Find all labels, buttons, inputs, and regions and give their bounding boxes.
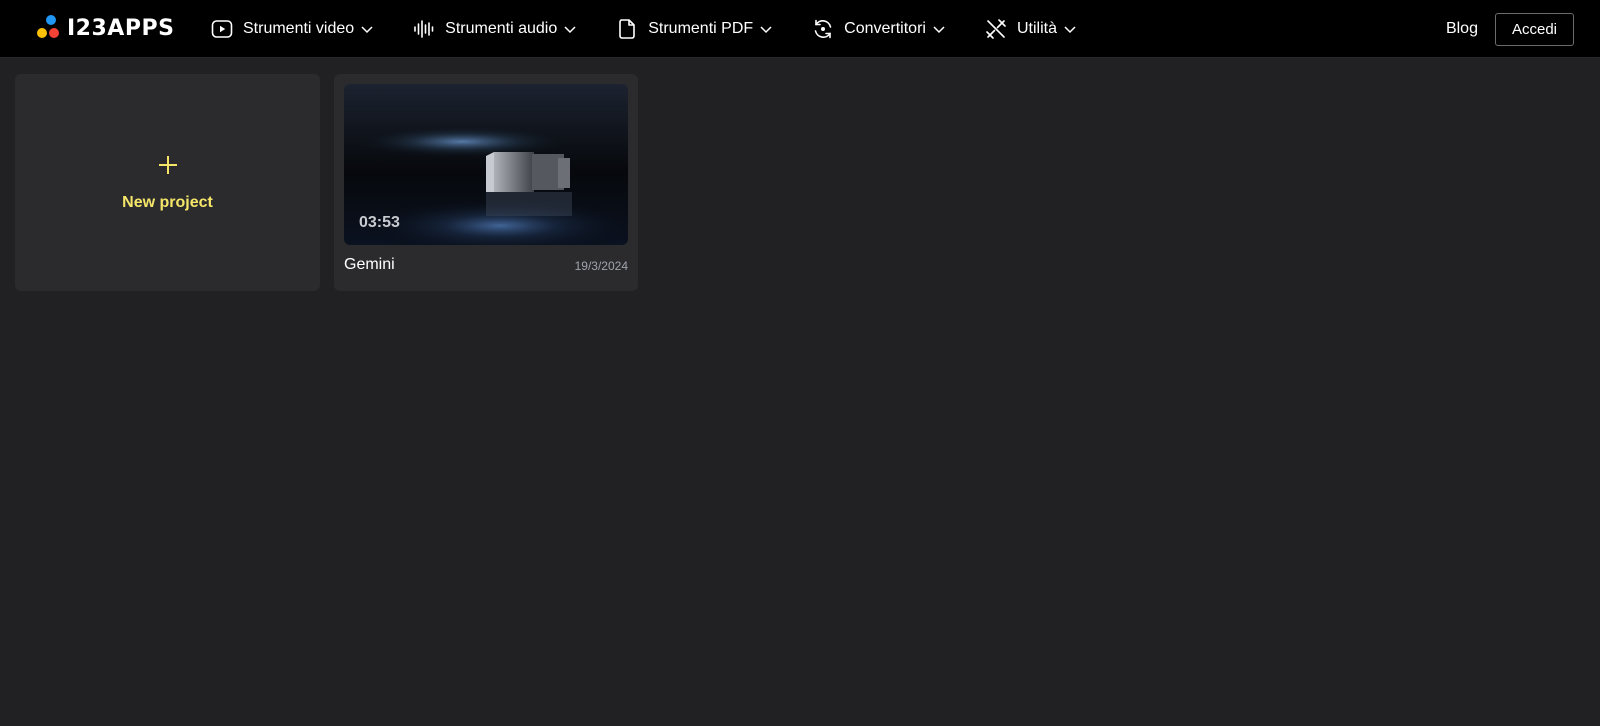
nav-utilities[interactable]: Utilità (984, 0, 1077, 58)
convert-icon (811, 17, 835, 41)
main-nav: Strumenti video Strumenti audio Strument… (210, 0, 1115, 58)
login-button[interactable]: Accedi (1494, 12, 1574, 46)
blog-link[interactable]: Blog (1446, 20, 1478, 38)
tools-icon (984, 17, 1008, 41)
project-card[interactable]: 03:53 Gemini 19/3/2024 (334, 74, 638, 291)
video-duration: 03:53 (359, 214, 400, 231)
project-name: Gemini (344, 256, 395, 273)
chevron-down-icon (563, 22, 577, 36)
nav-utilities-label: Utilità (1016, 20, 1057, 37)
project-thumbnail[interactable]: 03:53 (344, 84, 628, 245)
nav-pdf-tools-label: Strumenti PDF (648, 20, 754, 37)
header-actions: Blog Accedi (1446, 0, 1574, 58)
chevron-down-icon (360, 22, 374, 36)
waveform-icon (412, 17, 436, 41)
top-navigation-bar: I23APPS Strumenti video Strumenti audio (0, 0, 1600, 58)
document-icon (615, 17, 639, 41)
plus-icon (158, 155, 177, 174)
nav-converters[interactable]: Convertitori (811, 0, 946, 58)
nav-video-tools-label: Strumenti video (243, 20, 355, 37)
project-date: 19/3/2024 (574, 259, 628, 273)
logo-dots-icon (37, 15, 63, 41)
nav-video-tools[interactable]: Strumenti video (210, 0, 374, 58)
new-project-label: New project (122, 193, 213, 211)
nav-pdf-tools[interactable]: Strumenti PDF (615, 0, 773, 58)
play-icon (210, 17, 234, 41)
nav-audio-tools[interactable]: Strumenti audio (412, 0, 577, 58)
nav-converters-label: Convertitori (844, 20, 926, 37)
nav-audio-tools-label: Strumenti audio (445, 20, 558, 37)
chevron-down-icon (759, 22, 773, 36)
new-project-card[interactable]: New project (15, 74, 320, 291)
chevron-down-icon (1063, 22, 1077, 36)
chevron-down-icon (932, 22, 946, 36)
app-logo[interactable]: I23APPS (37, 15, 174, 41)
logo-text: I23APPS (67, 15, 175, 41)
